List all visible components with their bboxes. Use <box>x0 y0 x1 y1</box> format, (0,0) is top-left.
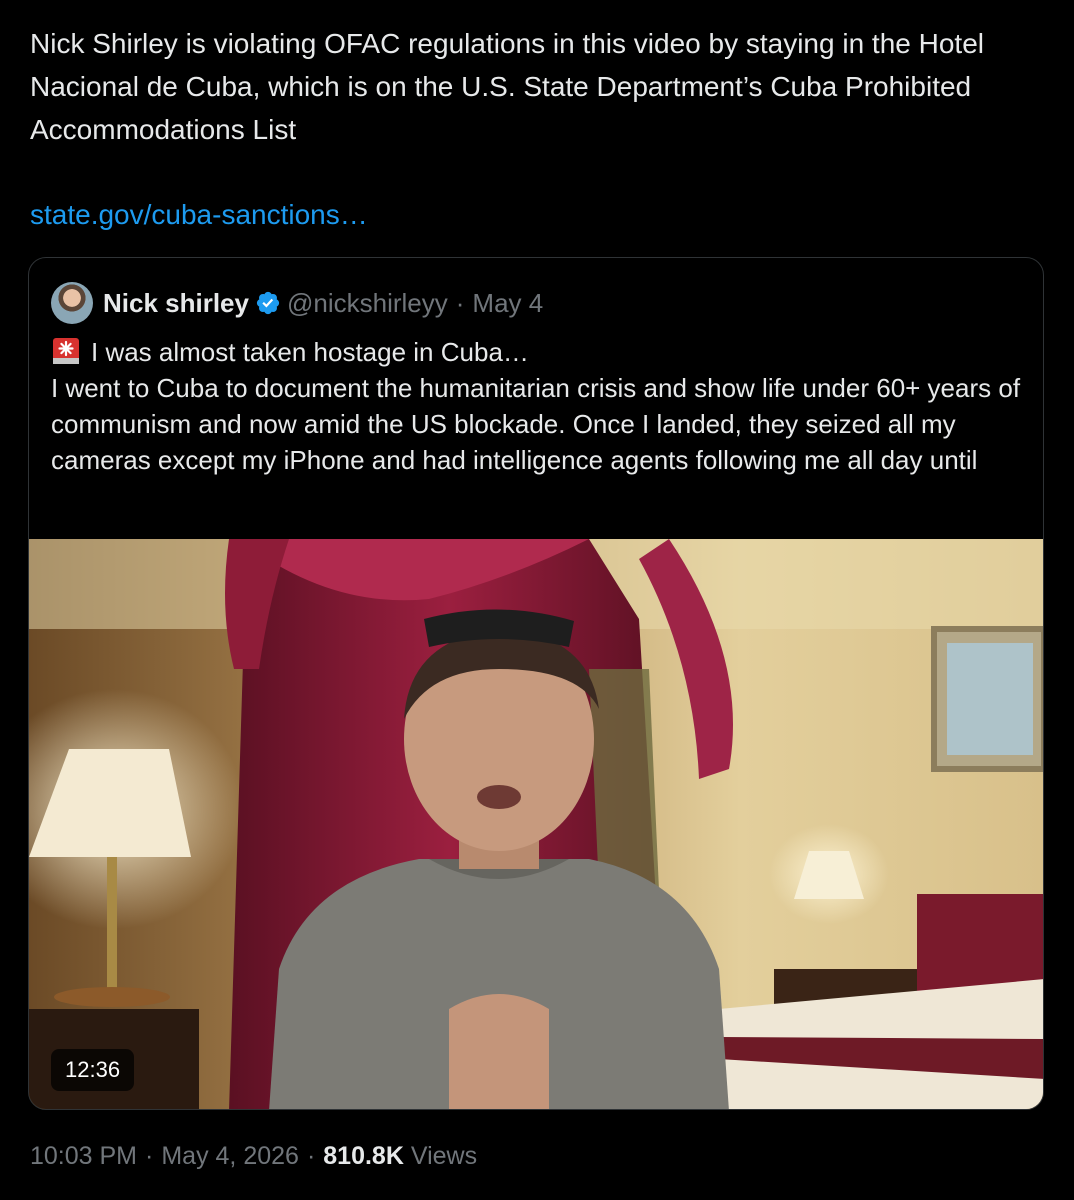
video-player[interactable]: 12:36 <box>29 539 1043 1109</box>
author-name[interactable]: Nick shirley <box>103 288 249 319</box>
video-thumbnail <box>29 539 1043 1109</box>
tweet-meta: 10:03 PM · May 4, 2026 · 810.8K Views <box>30 1142 477 1171</box>
quote-date[interactable]: May 4 <box>472 288 543 319</box>
author-handle[interactable]: @nickshirleyy <box>287 288 448 319</box>
tweet-time[interactable]: 10:03 PM <box>30 1142 137 1170</box>
video-duration-badge: 12:36 <box>51 1049 135 1091</box>
quoted-tweet-body: I was almost taken hostage in Cuba… I we… <box>51 334 1026 478</box>
tweet-date[interactable]: May 4, 2026 <box>161 1142 299 1170</box>
siren-icon <box>51 336 81 366</box>
quote-headline: I was almost taken hostage in Cuba… <box>91 337 529 367</box>
quote-headline-line: I was almost taken hostage in Cuba… <box>51 334 1026 370</box>
meta-separator: · <box>306 1142 316 1170</box>
quote-text: I went to Cuba to document the humanitar… <box>51 373 1021 475</box>
quoted-tweet-card[interactable]: Nick shirley @nickshirleyy · May 4 I was… <box>28 257 1044 1110</box>
avatar[interactable] <box>51 282 93 324</box>
state-gov-link[interactable]: state.gov/cuba-sanctions… <box>30 193 368 236</box>
quoted-tweet-header: Nick shirley @nickshirleyy · May 4 <box>51 280 543 326</box>
views-count[interactable]: 810.8K <box>323 1142 404 1170</box>
tweet-body: Nick Shirley is violating OFAC regulatio… <box>30 28 984 145</box>
verified-badge-icon <box>255 290 281 316</box>
views-label: Views <box>410 1142 478 1170</box>
separator-dot: · <box>455 287 465 318</box>
tweet-text: Nick Shirley is violating OFAC regulatio… <box>30 22 1040 151</box>
meta-separator: · <box>145 1142 154 1170</box>
